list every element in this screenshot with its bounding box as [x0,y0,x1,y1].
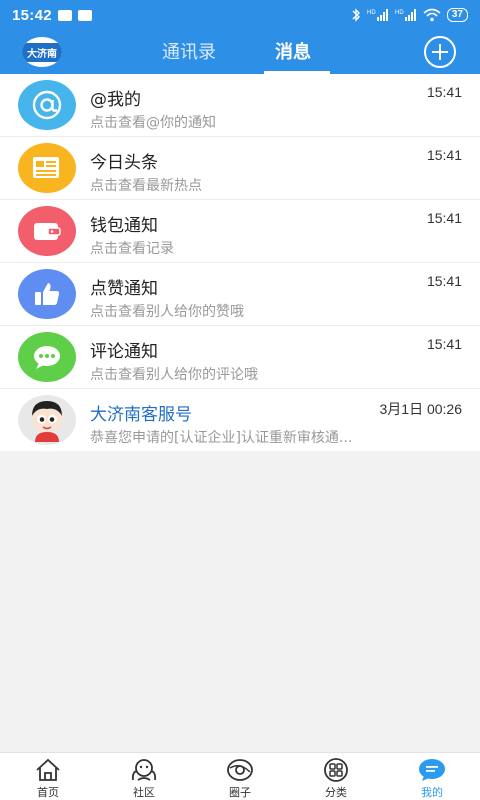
category-icon [321,757,351,783]
status-right: HD HD 37 [351,8,468,22]
wallet-icon [18,206,76,256]
status-bar: 15:42 HD HD 37 [0,0,480,30]
add-button[interactable] [424,36,456,68]
battery-indicator: 37 [446,8,468,22]
nav-circle[interactable]: 圈子 [192,753,288,800]
list-item-subtitle: 点击查看最新热点 [90,178,202,194]
newspaper-icon [18,143,76,193]
nav-label: 圈子 [229,786,251,799]
nav-home[interactable]: 首页 [0,753,96,800]
list-item-comments[interactable]: 评论通知 点击查看别人给你的评论哦 15:41 [0,326,480,389]
signal-label: HD [367,10,376,16]
home-icon [33,757,63,783]
nav-label: 社区 [133,786,155,799]
list-item-subtitle: 点击查看@你的通知 [90,115,216,131]
tab-contacts[interactable]: 通讯录 [162,38,216,64]
list-item-time: 15:41 [426,84,462,100]
message-list: @我的 点击查看@你的通知 15:41 今日头条 点击查看最新热点 15:41 … [0,74,480,451]
list-item-title: @我的 [90,90,141,110]
signal-label-2: HD [395,10,404,16]
list-item-likes[interactable]: 点赞通知 点击查看别人给你的赞哦 15:41 [0,263,480,326]
community-icon [129,757,159,783]
comment-icon [18,332,76,382]
list-item-headlines[interactable]: 今日头条 点击查看最新热点 15:41 [0,137,480,200]
list-item-subtitle: 点击查看记录 [90,241,174,257]
list-item-time: 15:41 [426,273,462,289]
at-icon [18,80,76,130]
list-item-time: 15:41 [426,336,462,352]
nav-community[interactable]: 社区 [96,753,192,800]
nav-mine[interactable]: 我的 [384,753,480,800]
logo-text: 大济南 [22,42,62,62]
avatar [18,395,76,445]
chat-bubble-icon [417,757,447,783]
nav-label: 分类 [325,786,347,799]
header: 大济南 通讯录 消息 [0,30,480,74]
sms-icon [57,5,72,21]
nav-label: 首页 [37,786,59,799]
list-item-title: 钱包通知 [90,216,158,236]
list-item-time: 3月1日 00:26 [379,401,463,417]
circle-icon [225,757,255,783]
list-item-subtitle: 点击查看别人给你的评论哦 [90,367,258,383]
wifi-icon [423,8,441,22]
nav-category[interactable]: 分类 [288,753,384,800]
signal-icon: HD [367,9,388,21]
signal-icon-2: HD [395,9,416,21]
list-item-time: 15:41 [426,210,462,226]
nav-label: 我的 [421,786,443,799]
sms-icon-2 [77,5,92,21]
list-item-subtitle: 恭喜您申请的[认证企业]认证重新审核通... [90,430,353,446]
list-item-title: 大济南客服号 [90,405,192,425]
bottom-nav: 首页 社区 圈子 分类 我的 [0,752,480,800]
list-item-service-account[interactable]: 大济南客服号 恭喜您申请的[认证企业]认证重新审核通... 3月1日 00:26 [0,389,480,451]
list-item-wallet[interactable]: 钱包通知 点击查看记录 15:41 [0,200,480,263]
list-item-title: 评论通知 [90,342,158,362]
thumbs-up-icon [18,269,76,319]
tab-messages[interactable]: 消息 [275,38,311,64]
bluetooth-icon [352,8,360,22]
list-item-at-me[interactable]: @我的 点击查看@你的通知 15:41 [0,74,480,137]
status-time: 15:42 [12,6,52,24]
list-item-subtitle: 点击查看别人给你的赞哦 [90,304,244,320]
list-item-title: 今日头条 [90,153,158,173]
list-item-time: 15:41 [426,147,462,163]
app-logo[interactable]: 大济南 [22,37,62,67]
list-item-title: 点赞通知 [90,279,158,299]
